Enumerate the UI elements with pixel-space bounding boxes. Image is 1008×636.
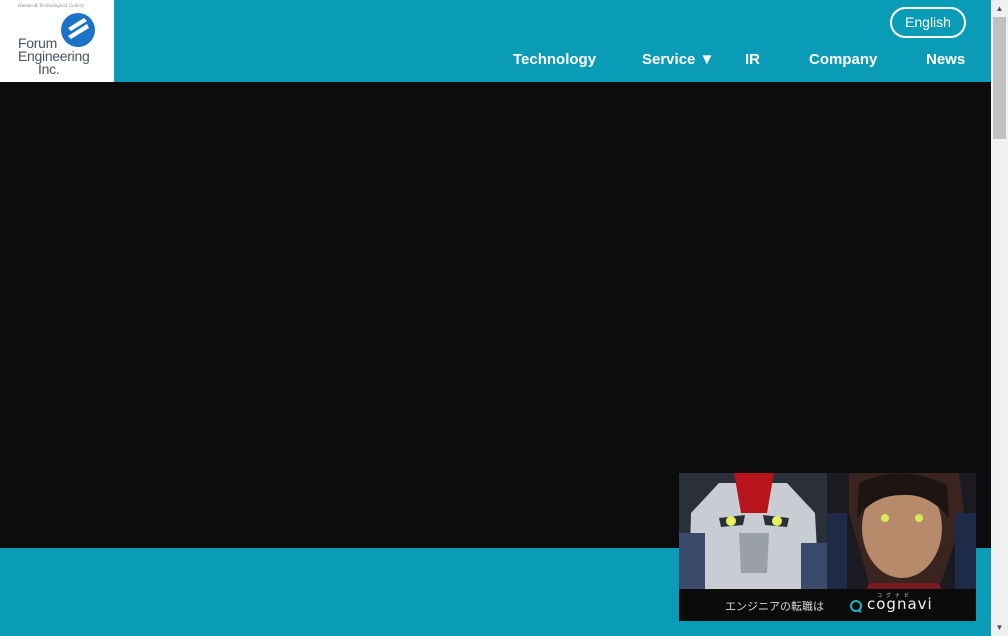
nav-news[interactable]: News [926,51,965,68]
site-logo[interactable]: Human & Technological Gallery Forum Engi… [0,0,114,82]
english-language-button[interactable]: English [890,7,966,38]
nav-service-dropdown[interactable]: Service ▼ [642,51,714,68]
ad-caption-bar: エンジニアの転職は コグナビ cognavi [679,589,976,621]
nav-ir[interactable]: IR [745,51,760,68]
cognavi-logo-icon [850,600,862,613]
scrollbar-thumb[interactable] [993,17,1006,139]
cognavi-ad-banner[interactable]: エンジニアの転職は コグナビ cognavi [679,473,976,621]
nav-company[interactable]: Company [809,51,877,68]
vertical-scrollbar[interactable]: ▲ ▼ [991,0,1008,636]
logo-tagline: Human & Technological Gallery [18,4,84,9]
logo-name-line3: Inc. [38,61,60,77]
scroll-down-arrow-icon[interactable]: ▼ [991,619,1008,636]
scroll-up-arrow-icon[interactable]: ▲ [991,0,1008,17]
logo-wordmark: Forum Engineering Inc. [18,36,90,77]
site-header: Human & Technological Gallery Forum Engi… [0,0,991,82]
ad-caption: エンジニアの転職は [725,601,824,613]
nav-technology[interactable]: Technology [513,51,596,68]
ad-visual-image [679,473,976,589]
ad-brand-name: cognavi [867,595,933,613]
